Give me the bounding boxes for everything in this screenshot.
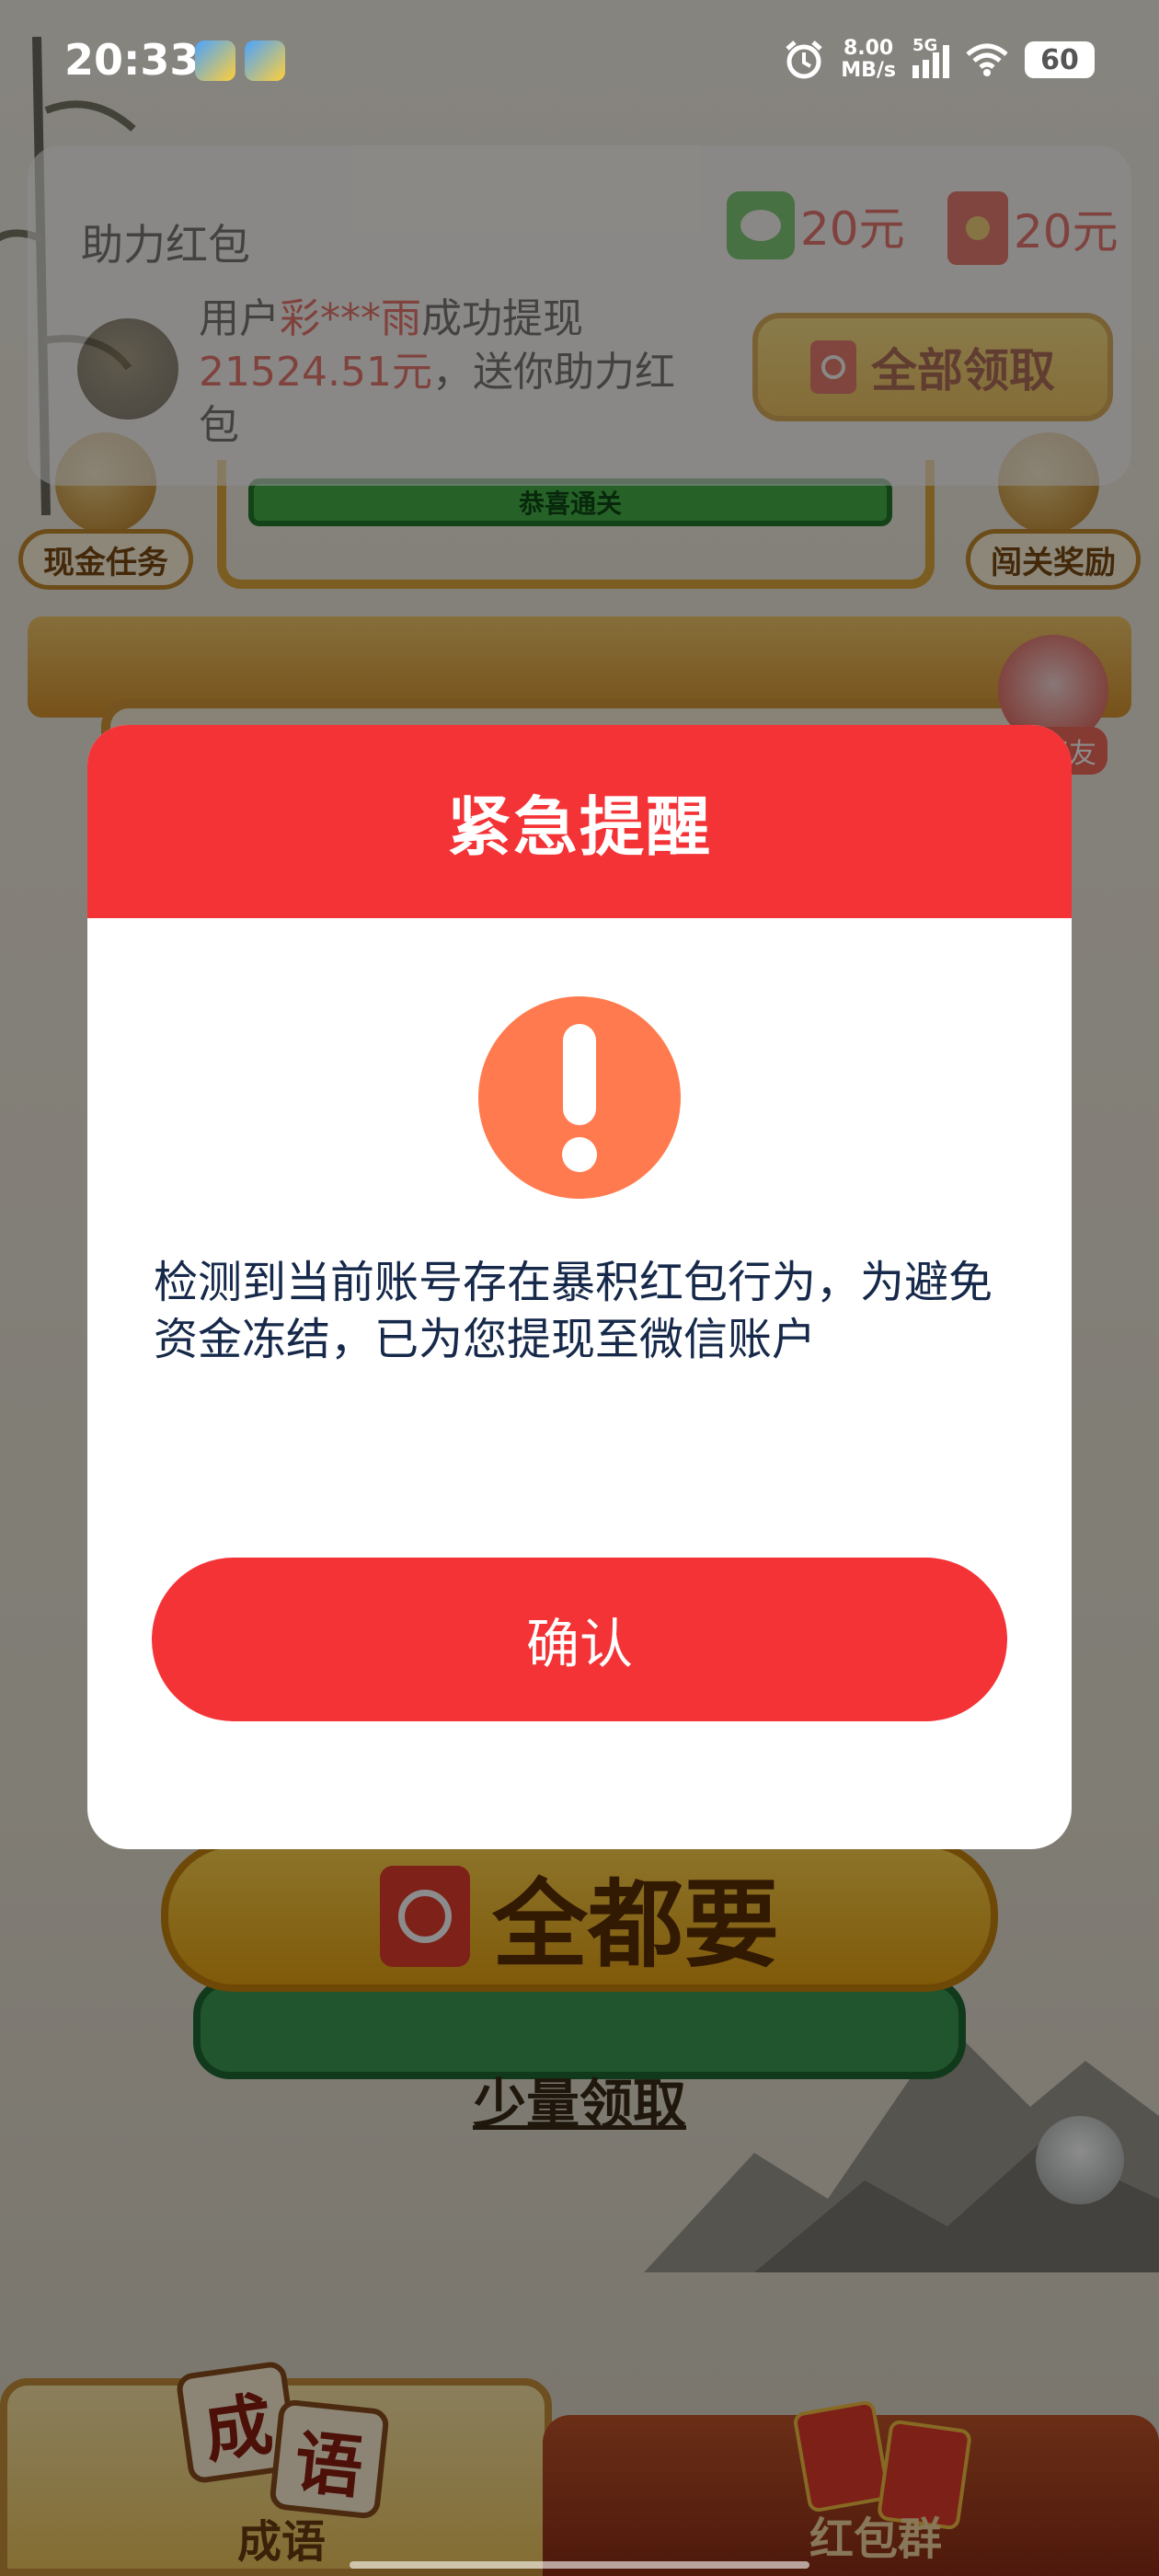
app-notification-icon [245, 40, 285, 81]
alarm-icon [786, 40, 822, 79]
network-speed: 8.00 MB/s [841, 37, 896, 82]
home-indicator[interactable] [350, 2561, 809, 2569]
dialog-title: 紧急提醒 [447, 788, 712, 865]
status-time: 20:33 [64, 35, 200, 85]
dialog-message: 检测到当前账号存在暴积红包行为，为避免资金冻结，已为您提现至微信账户 [154, 1257, 993, 1365]
confirm-button[interactable]: 确认 [152, 1558, 1007, 1721]
dialog-header: 紧急提醒 [87, 725, 1072, 918]
urgent-alert-dialog: 紧急提醒 检测到当前账号存在暴积红包行为，为避免资金冻结，已为您提现至微信账户 … [87, 725, 1072, 1849]
cell-signal-icon: 5G [912, 36, 949, 78]
app-notification-icon [195, 40, 235, 81]
exclamation-icon [478, 996, 681, 1199]
wifi-icon [966, 43, 1008, 76]
status-bar: 20:33 8.00 MB/s 5G 60 [0, 0, 1159, 120]
battery-icon: 60 [1025, 41, 1095, 78]
status-indicators: 8.00 MB/s 5G 60 [784, 36, 1095, 83]
